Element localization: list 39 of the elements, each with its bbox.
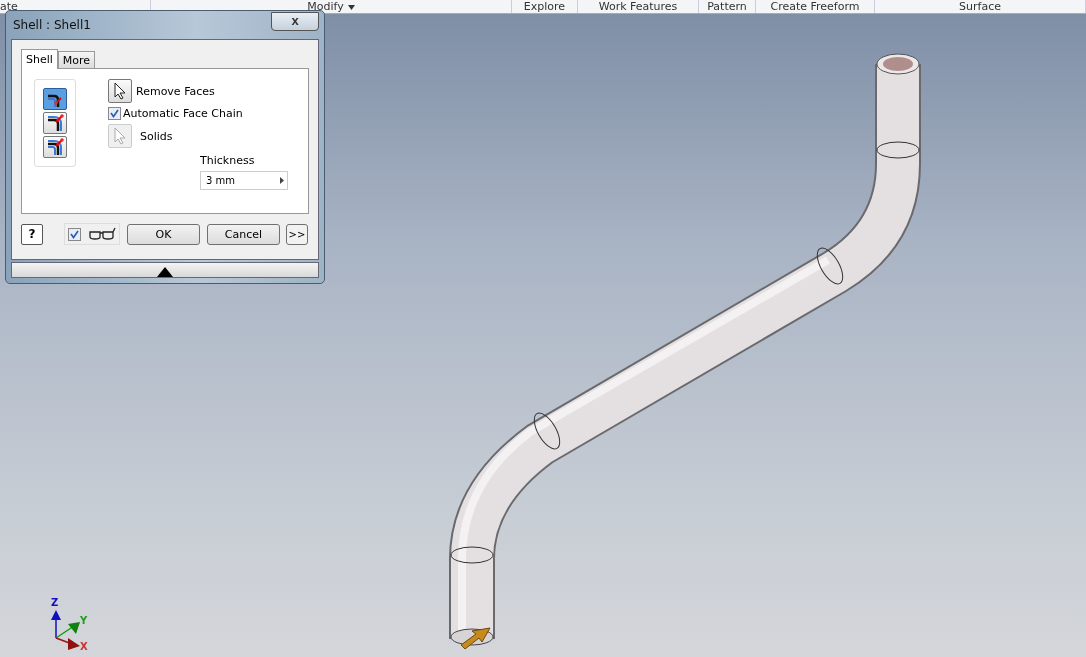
shell-direction-icon <box>46 138 64 156</box>
checkbox[interactable] <box>108 107 121 120</box>
ribbon-panel-label[interactable]: ate <box>0 1 18 13</box>
select-button[interactable] <box>108 79 132 103</box>
ribbon-panel-label[interactable]: Surface <box>959 1 1001 13</box>
remove-faces-label: Remove Faces <box>136 84 215 98</box>
shell-direction-button[interactable] <box>43 136 67 158</box>
axis-label: X <box>80 642 88 652</box>
more-button[interactable]: >> <box>286 223 308 245</box>
checkbox-label: Automatic Face Chain <box>123 107 243 120</box>
ribbon-panel-label[interactable]: Pattern <box>707 1 747 13</box>
ribbon-panel-label[interactable]: Create Freeform <box>770 1 860 13</box>
shell-direction-button[interactable] <box>43 88 67 110</box>
dialog-button[interactable]: OK <box>127 223 200 245</box>
thickness-label: Thickness <box>200 154 256 167</box>
thickness-field[interactable]: 3 mm <box>200 171 288 190</box>
axis-triad-icon <box>50 609 81 651</box>
close-button[interactable]: x <box>271 11 319 31</box>
tab[interactable]: Shell <box>21 49 58 69</box>
cursor-icon <box>113 82 127 100</box>
dialog-title: Shell : Shell1 <box>13 18 91 32</box>
checkbox[interactable] <box>68 227 82 241</box>
shell-direction-icon <box>46 114 64 132</box>
expander-bar[interactable] <box>11 262 319 278</box>
ribbon-panel-label[interactable]: Explore <box>523 1 566 13</box>
ribbon-panel-label[interactable]: Modify <box>307 1 344 13</box>
shell-direction-button[interactable] <box>43 112 67 134</box>
ribbon-panel-label[interactable]: Work Features <box>598 1 678 13</box>
spin-arrow-icon[interactable] <box>280 177 284 184</box>
arrow-icon <box>460 627 491 650</box>
triangle-icon <box>157 267 173 277</box>
axis-label: Z <box>51 598 59 608</box>
solids-label: Solids <box>140 129 173 143</box>
dialog-button[interactable]: Cancel <box>207 223 280 245</box>
tab[interactable]: More <box>57 51 96 68</box>
cursor-icon <box>113 127 127 145</box>
help-button[interactable]: ? <box>21 223 43 245</box>
axis-label: Y <box>80 616 88 626</box>
glasses-icon <box>87 227 116 241</box>
